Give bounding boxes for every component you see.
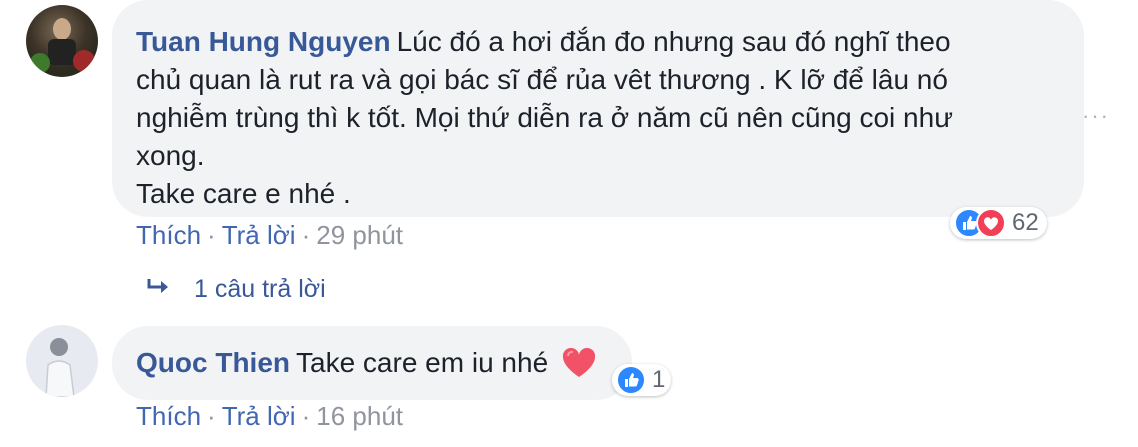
comment-text: Take care em iu nhé	[296, 347, 549, 378]
reaction-count: 62	[1012, 209, 1039, 236]
reply-link[interactable]: Trả lời	[222, 220, 296, 250]
separator: ·	[207, 401, 216, 431]
reaction-summary[interactable]: 1	[612, 364, 672, 396]
reply-link[interactable]: Trả lời	[222, 401, 296, 431]
avatar[interactable]	[26, 5, 98, 77]
comment-author[interactable]: Quoc Thien	[136, 347, 290, 378]
comment-author[interactable]: Tuan Hung Nguyen	[136, 26, 391, 57]
more-options-icon[interactable]: ···	[1082, 103, 1110, 129]
replies-label[interactable]: 1 câu trả lời	[194, 275, 326, 304]
heart-emoji-icon	[562, 347, 596, 388]
avatar[interactable]	[26, 325, 98, 397]
reaction-count: 1	[652, 366, 666, 393]
like-icon	[616, 365, 646, 395]
comment-bubble: Tuan Hung Nguyen Lúc đó a hơi đắn đo nhưn…	[112, 0, 1084, 217]
comment-time[interactable]: 16 phút	[316, 401, 403, 431]
avatar-photo	[30, 18, 95, 73]
reaction-summary[interactable]: 62	[950, 207, 1047, 239]
separator: ·	[207, 220, 216, 250]
reply-arrow-icon	[146, 275, 172, 304]
view-replies-link[interactable]: 1 câu trả lời	[146, 275, 326, 304]
comment-actions: Thích · Trả lời · 29 phút	[136, 220, 403, 251]
separator: ·	[301, 401, 311, 431]
love-icon	[976, 208, 1006, 238]
like-link[interactable]: Thích	[136, 401, 201, 431]
separator: ·	[301, 220, 311, 250]
comment-actions: Thích · Trả lời · 16 phút	[136, 401, 403, 432]
comment-bubble: Quoc Thien Take care em iu nhé	[112, 326, 632, 400]
avatar-photo	[45, 338, 75, 397]
comment-time[interactable]: 29 phút	[316, 220, 403, 250]
like-link[interactable]: Thích	[136, 220, 201, 250]
